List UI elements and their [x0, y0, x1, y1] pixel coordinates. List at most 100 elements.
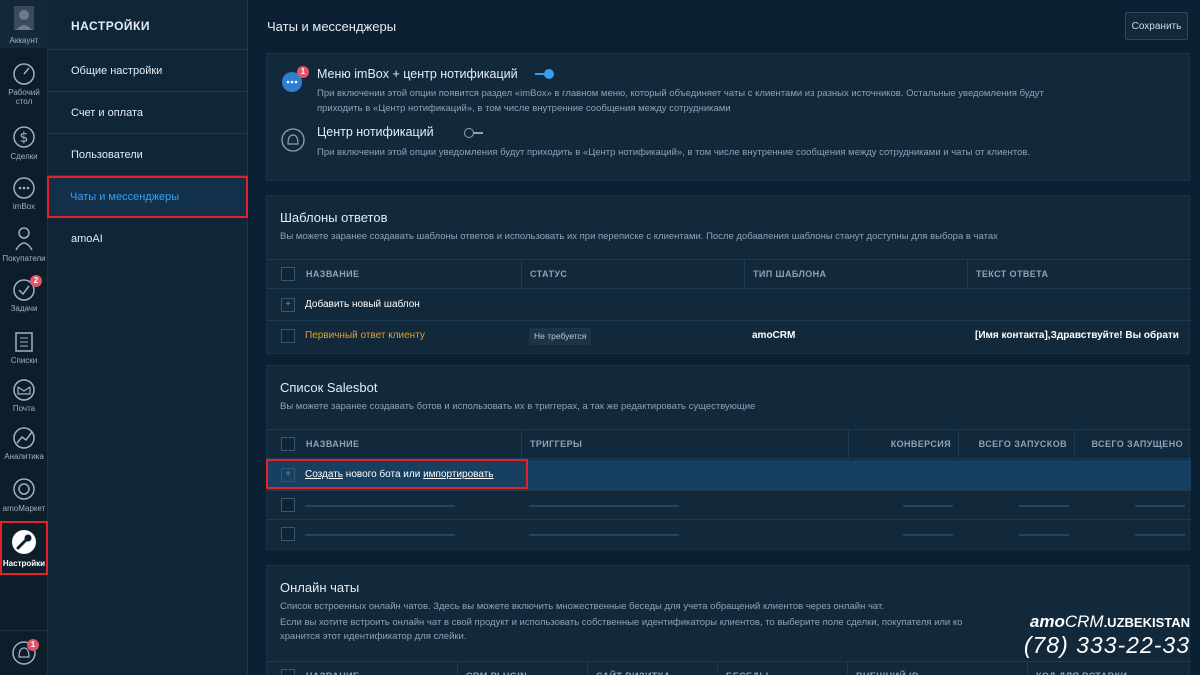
rail-mail[interactable]: Почта — [0, 378, 48, 413]
placeholder-bar — [305, 505, 455, 507]
column-header[interactable]: НАЗВАНИЕ — [298, 260, 523, 288]
plus-icon: + — [281, 468, 295, 482]
rail-label: Списки — [10, 356, 38, 365]
import-bot-link[interactable]: импортировать — [423, 469, 493, 480]
select-all-checkbox[interactable] — [281, 669, 295, 675]
market-icon — [13, 478, 35, 500]
option-center-toggle[interactable] — [464, 128, 483, 138]
column-header[interactable]: ТИП ШАБЛОНА — [744, 260, 968, 288]
column-header[interactable]: КОД ДЛЯ ВСТАВКИ — [1027, 662, 1191, 675]
dashboard-gauge-icon — [13, 63, 35, 85]
column-header[interactable]: САЙТ ВИЗИТКА — [587, 662, 718, 675]
row-checkbox[interactable] — [281, 498, 295, 512]
salesbot-table-header: НАЗВАНИЕ ТРИГГЕРЫ КОНВЕРСИЯ ВСЕГО ЗАПУСК… — [267, 429, 1191, 459]
rail-label: Почта — [12, 404, 36, 413]
column-header[interactable]: ВНЕШНИЙ ID — [847, 662, 1028, 675]
add-template-link[interactable]: Добавить новый шаблон — [305, 299, 420, 310]
select-all-checkbox[interactable] — [281, 437, 295, 451]
toggle-knob — [544, 69, 554, 79]
list-icon — [15, 332, 33, 352]
rail-tasks[interactable]: 2 Задачи — [0, 275, 48, 313]
rail-account[interactable]: Аккаунт — [0, 0, 48, 48]
rail-notifications[interactable]: 1 — [0, 630, 48, 675]
column-header[interactable]: НАЗВАНИЕ — [298, 430, 523, 458]
option-imbox-toggle[interactable] — [535, 69, 554, 79]
templates-table-header: НАЗВАНИЕ СТАТУС ТИП ШАБЛОНА ТЕКСТ ОТВЕТА — [267, 259, 1191, 289]
rail-label: Задачи — [10, 304, 38, 313]
menu-item-amoai[interactable]: amoAI — [48, 218, 247, 260]
watermark-phone: (78) 333-22-33 — [1023, 632, 1190, 658]
option-imbox-desc-1: При включении этой опции появится раздел… — [317, 88, 1044, 99]
salesbot-card: Список Salesbot Вы можете заранее создав… — [266, 365, 1191, 550]
watermark-country: .UZBEKISTAN — [1103, 615, 1190, 630]
rail-leads[interactable]: $ Сделки — [0, 124, 48, 161]
placeholder-bar — [1019, 505, 1069, 507]
rail-label: Настройки — [2, 559, 46, 568]
placeholder-row — [267, 520, 1191, 549]
rail-label: Сделки — [10, 152, 38, 161]
menu-item-general[interactable]: Общие настройки — [48, 50, 247, 92]
tasks-badge: 2 — [30, 275, 42, 287]
placeholder-bar — [903, 505, 953, 507]
notifications-badge: 1 — [27, 639, 39, 651]
column-header[interactable]: ТРИГГЕРЫ — [521, 430, 849, 458]
option-imbox-desc-2: приходить в «Центр нотификаций», в том ч… — [317, 103, 731, 114]
row-checkbox[interactable] — [281, 329, 295, 343]
rail-label: Рабочий стол — [8, 88, 40, 106]
table-row[interactable]: Первичный ответ клиенту Не требуется amo… — [267, 321, 1191, 352]
menu-item-users[interactable]: Пользователи — [48, 134, 247, 176]
rail-settings[interactable]: Настройки — [0, 521, 48, 575]
option-center-desc: При включении этой опции уведомления буд… — [317, 147, 1030, 158]
watermark-brand-line: amoCRM.UZBEKISTAN — [1024, 612, 1190, 632]
add-template-row[interactable]: + Добавить новый шаблон — [267, 290, 1191, 321]
rail-label: Аккаунт — [9, 36, 39, 45]
column-header[interactable]: КОНВЕРСИЯ — [848, 430, 959, 458]
menu-item-billing[interactable]: Счет и оплата — [48, 92, 247, 134]
option-imbox-title: Меню imBox + центр нотификаций — [317, 67, 518, 81]
page-title: Чаты и мессенджеры — [267, 19, 397, 34]
rail-analytics[interactable]: Аналитика — [0, 426, 48, 461]
create-bot-link[interactable]: Создать — [305, 469, 343, 480]
rail-customers[interactable]: Покупатели — [0, 224, 48, 263]
template-name-link[interactable]: Первичный ответ клиенту — [305, 330, 425, 341]
row-checkbox[interactable] — [281, 527, 295, 541]
column-header[interactable]: НАЗВАНИЕ — [298, 662, 458, 675]
rail-dashboard[interactable]: Рабочий стол — [0, 62, 48, 106]
rail-market[interactable]: amoМаркет — [0, 476, 48, 513]
column-header[interactable]: ТЕКСТ ОТВЕТА — [967, 260, 1191, 288]
placeholder-bar — [903, 534, 953, 536]
placeholder-bar — [305, 534, 455, 536]
column-header[interactable]: ВСЕГО ЗАПУСКОВ — [958, 430, 1075, 458]
select-all-checkbox[interactable] — [281, 267, 295, 281]
imbox-badge: 1 — [297, 66, 309, 78]
watermark-brand: amoCRM — [1030, 612, 1104, 631]
create-bot-text: Создать нового бота или импортировать — [305, 469, 493, 480]
svg-text:$: $ — [20, 130, 29, 146]
status-badge: Не требуется — [529, 328, 592, 345]
placeholder-bar — [529, 505, 679, 507]
placeholder-bar — [1135, 505, 1185, 507]
placeholder-bar — [1135, 534, 1185, 536]
brand-watermark: amoCRM.UZBEKISTAN (78) 333-22-33 — [1024, 612, 1190, 659]
watermark-brand-a: amo — [1029, 612, 1065, 631]
rail-label: amoМаркет — [2, 504, 46, 513]
column-header[interactable]: СТАТУС — [521, 260, 745, 288]
salesbot-desc: Вы можете заранее создавать ботов и испо… — [280, 401, 756, 412]
placeholder-row — [267, 491, 1191, 520]
analytics-chart-icon — [13, 427, 35, 449]
main-content: Чаты и мессенджеры Сохранить 1 Меню imBo… — [249, 0, 1200, 675]
dollar-icon: $ — [13, 126, 35, 148]
rail-lists[interactable]: Списки — [0, 330, 48, 365]
plus-icon: + — [281, 298, 295, 312]
left-nav-rail: Аккаунт Рабочий стол $ Сделки imBox Поку… — [0, 0, 48, 675]
menu-item-chats[interactable]: Чаты и мессенджеры — [47, 176, 248, 218]
rail-imbox[interactable]: imBox — [0, 176, 48, 211]
placeholder-bar — [1019, 534, 1069, 536]
column-header[interactable]: CRM PLUGIN — [457, 662, 588, 675]
create-bot-row[interactable]: + Создать нового бота или импортировать — [266, 459, 1191, 491]
save-button[interactable]: Сохранить — [1125, 12, 1188, 40]
mail-envelope-icon — [13, 379, 35, 401]
column-header[interactable]: ВСЕГО ЗАПУЩЕНО — [1074, 430, 1191, 458]
column-header[interactable]: БЕСЕДЫ — [717, 662, 848, 675]
templates-card: Шаблоны ответов Вы можете заранее создав… — [266, 195, 1191, 354]
